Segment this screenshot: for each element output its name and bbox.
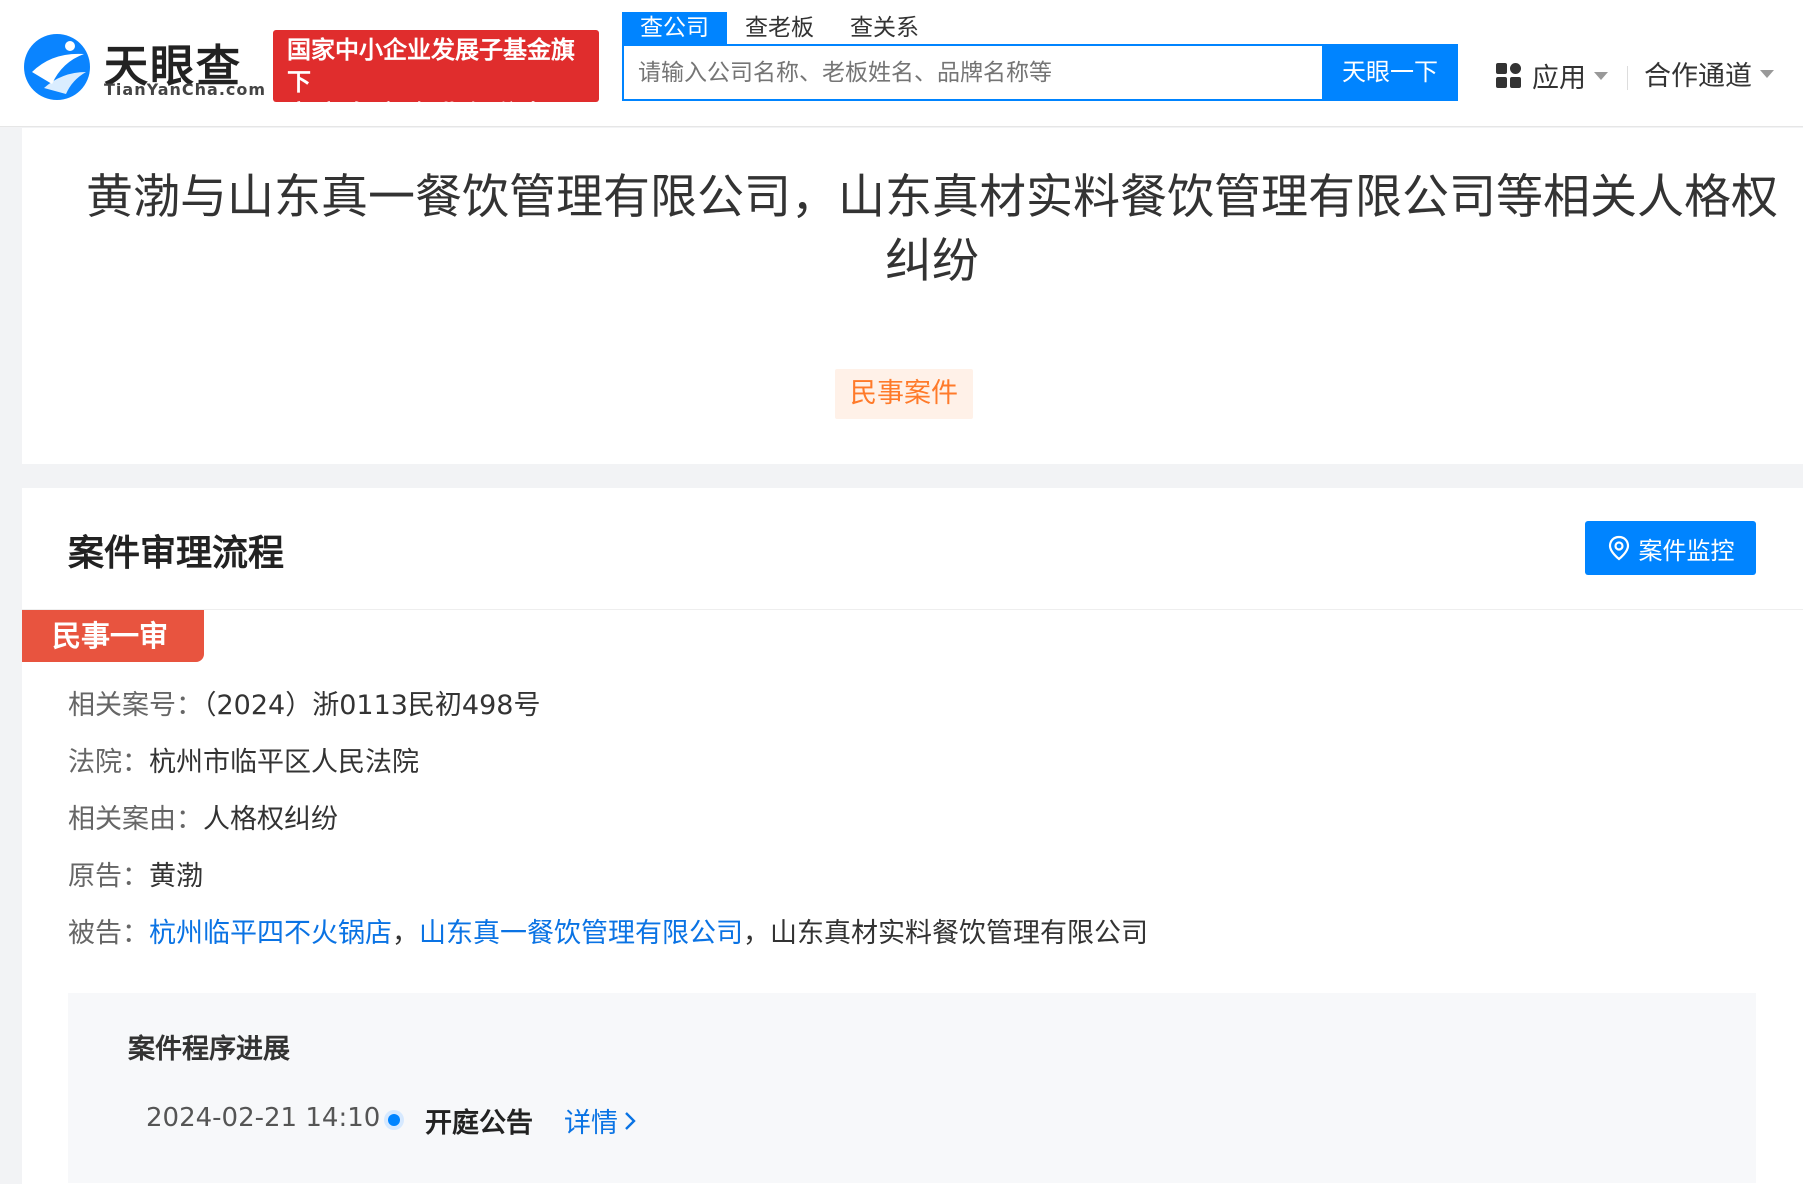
timeline-dot-icon — [388, 1114, 400, 1126]
progress-title: 案件程序进展 — [128, 1034, 290, 1065]
tab-search-relation[interactable]: 查关系 — [832, 12, 937, 44]
badge-line-1: 国家中小企业发展子基金旗下 — [287, 36, 575, 96]
nav-divider — [1627, 66, 1628, 90]
case-no-label: 相关案号： — [68, 690, 203, 721]
case-title-card: 黄渤与山东真一餐饮管理有限公司，山东真材实料餐饮管理有限公司等相关人格权纠纷 民… — [22, 128, 1803, 464]
case-monitor-label: 案件监控 — [1638, 536, 1735, 565]
plaintiff-label: 原告： — [68, 861, 149, 892]
case-progress-panel: 案件程序进展 2024-02-21 14:10 开庭公告 详情 — [68, 993, 1756, 1183]
case-process-card: 案件审理流程 案件监控 民事一审 相关案号：（2024）浙0113民初498号 … — [22, 488, 1803, 1184]
cause-value: 人格权纠纷 — [203, 804, 338, 835]
plaintiff-value: 黄渤 — [149, 861, 203, 892]
defendant-link-2[interactable]: 山东真一餐饮管理有限公司 — [419, 918, 743, 949]
apps-grid-icon — [1496, 62, 1522, 89]
nav-cooperation-menu[interactable]: 合作通道 — [1644, 54, 1774, 93]
info-row-plaintiff: 原告：黄渤 — [68, 854, 203, 893]
tab-search-company[interactable]: 查公司 — [622, 12, 727, 44]
defendant-label: 被告： — [68, 918, 149, 949]
court-value: 杭州市临平区人民法院 — [149, 747, 419, 778]
stage-tag: 民事一审 — [22, 610, 204, 662]
section-divider — [22, 609, 1803, 610]
case-monitor-button[interactable]: 案件监控 — [1585, 521, 1756, 575]
tianyancha-logo-icon[interactable] — [22, 32, 92, 102]
case-type-tag: 民事案件 — [835, 369, 973, 419]
section-title: 案件审理流程 — [68, 533, 285, 574]
info-row-case-number: 相关案号：（2024）浙0113民初498号 — [68, 683, 540, 722]
logo-subtext: TianYanCha.com — [104, 80, 267, 99]
progress-date: 2024-02-21 14:10 — [146, 1103, 381, 1133]
info-row-defendant: 被告：杭州临平四不火锅店，山东真一餐饮管理有限公司，山东真材实料餐饮管理有限公司 — [68, 911, 1148, 950]
page-title: 黄渤与山东真一餐饮管理有限公司，山东真材实料餐饮管理有限公司等相关人格权纠纷 — [86, 170, 1778, 289]
nav-coop-label: 合作通道 — [1644, 61, 1752, 92]
search-button[interactable]: 天眼一下 — [1322, 44, 1458, 101]
court-label: 法院： — [68, 747, 149, 778]
defendant-separator: ， — [743, 918, 770, 949]
location-pin-icon — [1608, 535, 1629, 561]
top-header: 天眼查 TianYanCha.com 国家中小企业发展子基金旗下 官方备案企业征… — [0, 0, 1803, 160]
nav-apps-label: 应用 — [1532, 63, 1586, 94]
progress-detail-link[interactable]: 详情 — [564, 1101, 638, 1140]
defendant-link-1[interactable]: 杭州临平四不火锅店 — [149, 918, 392, 949]
cause-label: 相关案由： — [68, 804, 203, 835]
defendant-name-3: 山东真材实料餐饮管理有限公司 — [770, 918, 1148, 949]
search-input[interactable] — [624, 46, 1322, 99]
chevron-down-icon — [1594, 71, 1608, 80]
search-box — [622, 44, 1322, 101]
chevron-down-icon — [1760, 69, 1774, 78]
info-row-court: 法院：杭州市临平区人民法院 — [68, 740, 419, 779]
progress-detail-label: 详情 — [564, 1108, 618, 1139]
chevron-right-icon — [625, 1111, 636, 1130]
nav-apps-menu[interactable]: 应用 — [1496, 56, 1608, 95]
case-no-value: （2024）浙0113民初498号 — [203, 690, 541, 721]
progress-event: 开庭公告 — [425, 1108, 533, 1139]
defendant-separator: ， — [392, 918, 419, 949]
tab-search-boss[interactable]: 查老板 — [727, 12, 832, 44]
info-row-cause: 相关案由：人格权纠纷 — [68, 797, 338, 836]
search-tabs: 查公司 查老板 查关系 — [622, 12, 937, 44]
official-badge: 国家中小企业发展子基金旗下 官方备案企业征信机构 — [273, 30, 599, 160]
